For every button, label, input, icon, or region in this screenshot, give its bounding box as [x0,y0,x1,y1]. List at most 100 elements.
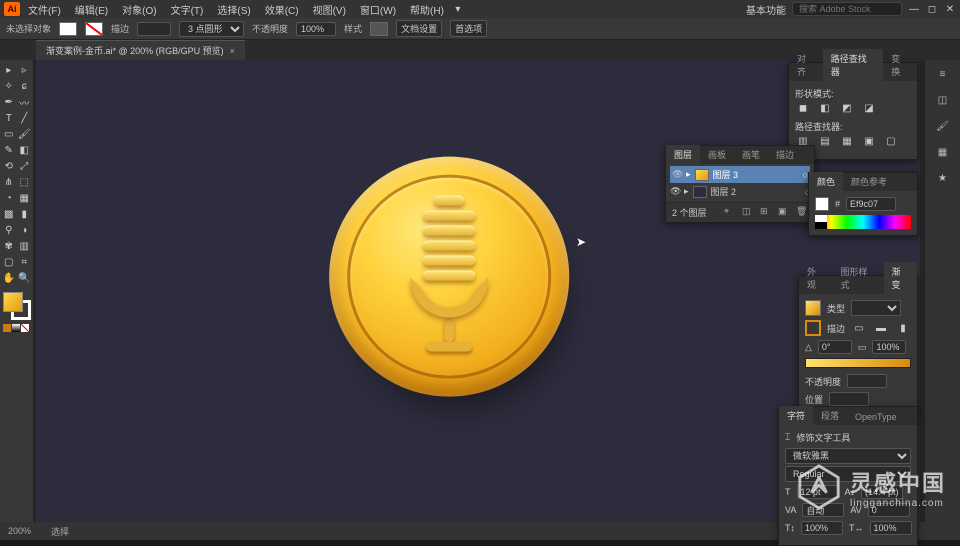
tab-appearance[interactable]: 外观 [799,262,833,294]
symbol-sprayer-tool[interactable]: ✾ [1,238,17,254]
new-layer-icon[interactable]: ▣ [778,206,790,218]
make-clip-icon[interactable]: ◫ [742,206,754,218]
brushes-panel-icon[interactable]: 🖌 [935,118,951,134]
paintbrush-tool[interactable]: 🖌 [17,126,33,142]
grad-position-input[interactable] [829,392,869,406]
layer-row[interactable]: 👁 ▸ 图层 2 ○ [670,183,810,200]
direct-selection-tool[interactable]: ▹ [17,62,33,78]
stroke-swatch[interactable] [85,22,103,36]
workspace-switcher[interactable]: 基本功能 [746,2,786,17]
gradient-tool[interactable]: ▮ [17,206,33,222]
eraser-tool[interactable]: ◧ [17,142,33,158]
expand-icon[interactable]: ▸ [684,186,689,197]
color-spectrum[interactable] [815,215,911,229]
fill-stroke-control[interactable] [1,292,31,322]
tab-stroke[interactable]: 描边 [768,145,802,164]
layer-name[interactable]: 图层 2 [711,185,737,198]
rectangle-tool[interactable]: ▭ [1,126,17,142]
color-mode-solid[interactable] [3,324,11,332]
window-restore-icon[interactable]: ◻ [926,3,938,15]
swatches-panel-icon[interactable]: ▦ [935,144,951,160]
color-mode-gradient[interactable] [12,324,20,332]
scale-tool[interactable]: ⤢ [17,158,33,174]
stock-search-input[interactable] [792,2,902,16]
merge-icon[interactable]: ▦ [839,133,855,149]
menu-effect[interactable]: 效果(C) [259,0,305,19]
menu-select[interactable]: 选择(S) [211,0,256,19]
brush-select[interactable]: 3 点圆形 [179,21,244,37]
arrange-icon[interactable]: ▾ [452,3,464,15]
gradient-type-select[interactable] [851,300,901,316]
fill-color-icon[interactable] [3,292,23,312]
curvature-tool[interactable]: 〰 [17,94,33,110]
tab-brushes[interactable]: 画笔 [734,145,768,164]
touch-type-icon[interactable]: ⌶ [785,432,790,443]
zoom-level[interactable]: 200% [8,526,31,536]
hscale-input[interactable] [870,521,912,535]
symbols-panel-icon[interactable]: ★ [935,170,951,186]
tab-pathfinder[interactable]: 路径查找器 [823,49,883,81]
magic-wand-tool[interactable]: ✧ [1,78,17,94]
preferences-button[interactable]: 首选项 [450,20,487,37]
hex-input[interactable] [846,197,896,211]
type-tool[interactable]: T [1,110,17,126]
visibility-icon[interactable]: 👁 [670,186,680,197]
new-sublayer-icon[interactable]: ⊞ [760,206,772,218]
hand-tool[interactable]: ✋ [1,270,17,286]
visibility-icon[interactable]: 👁 [672,169,682,180]
fill-swatch[interactable] [59,22,77,36]
gradient-angle-input[interactable] [818,340,852,354]
gradient-slider[interactable] [805,358,911,368]
crop-icon[interactable]: ▣ [861,133,877,149]
minus-front-icon[interactable]: ◧ [817,100,833,116]
doc-setup-button[interactable]: 文档设置 [396,20,442,37]
menu-object[interactable]: 对象(O) [116,0,162,19]
eyedropper-tool[interactable]: ⚲ [1,222,17,238]
tab-close-icon[interactable]: × [230,46,235,56]
tab-character[interactable]: 字符 [779,406,813,425]
intersect-icon[interactable]: ◩ [839,100,855,116]
pen-tool[interactable]: ✒ [1,94,17,110]
stroke-along-icon[interactable]: ▬ [873,320,889,336]
document-tab[interactable]: 渐变案例-金币.ai* @ 200% (RGB/GPU 预览) × [36,40,245,60]
mesh-tool[interactable]: ▩ [1,206,17,222]
unite-icon[interactable]: ◼ [795,100,811,116]
perspective-tool[interactable]: ▦ [17,190,33,206]
zoom-tool[interactable]: 🔍 [17,270,33,286]
stroke-within-icon[interactable]: ▭ [851,320,867,336]
opacity-input[interactable] [296,22,336,36]
tab-paragraph[interactable]: 段落 [813,406,847,425]
lasso-tool[interactable]: ɕ [17,78,33,94]
menu-type[interactable]: 文字(T) [165,0,210,19]
rotate-tool[interactable]: ⟲ [1,158,17,174]
window-close-icon[interactable]: ✕ [944,3,956,15]
artboard-tool[interactable]: ▢ [1,254,17,270]
expand-icon[interactable]: ▸ [686,169,691,180]
width-tool[interactable]: ⋔ [1,174,17,190]
tab-layers[interactable]: 图层 [666,145,700,164]
free-transform-tool[interactable]: ⬚ [17,174,33,190]
menu-view[interactable]: 视图(V) [307,0,352,19]
stroke-across-icon[interactable]: ▮ [895,320,911,336]
vscale-input[interactable] [801,521,843,535]
blend-tool[interactable]: ◑ [17,222,33,238]
layer-row[interactable]: 👁 ▸ 图层 3 ○ [670,166,810,183]
tab-color-guide[interactable]: 颜色参考 [843,172,895,191]
window-minimize-icon[interactable]: — [908,3,920,15]
locate-icon[interactable]: ⌖ [724,206,736,218]
tab-graphic-styles[interactable]: 图形样式 [833,262,884,294]
tab-color[interactable]: 颜色 [809,172,843,191]
tab-artboards[interactable]: 画板 [700,145,734,164]
exclude-icon[interactable]: ◪ [861,100,877,116]
delete-layer-icon[interactable]: 🗑 [796,206,808,218]
slice-tool[interactable]: ⌗ [17,254,33,270]
menu-help[interactable]: 帮助(H) [404,0,450,19]
column-graph-tool[interactable]: ▥ [17,238,33,254]
layer-name[interactable]: 图层 3 [713,168,739,181]
tab-transform[interactable]: 变换 [883,49,917,81]
style-swatch[interactable] [370,22,388,36]
trim-icon[interactable]: ▤ [817,133,833,149]
font-family-select[interactable]: 微软雅黑 [785,448,911,464]
tab-opentype[interactable]: OpenType [847,409,905,425]
menu-file[interactable]: 文件(F) [22,0,67,19]
